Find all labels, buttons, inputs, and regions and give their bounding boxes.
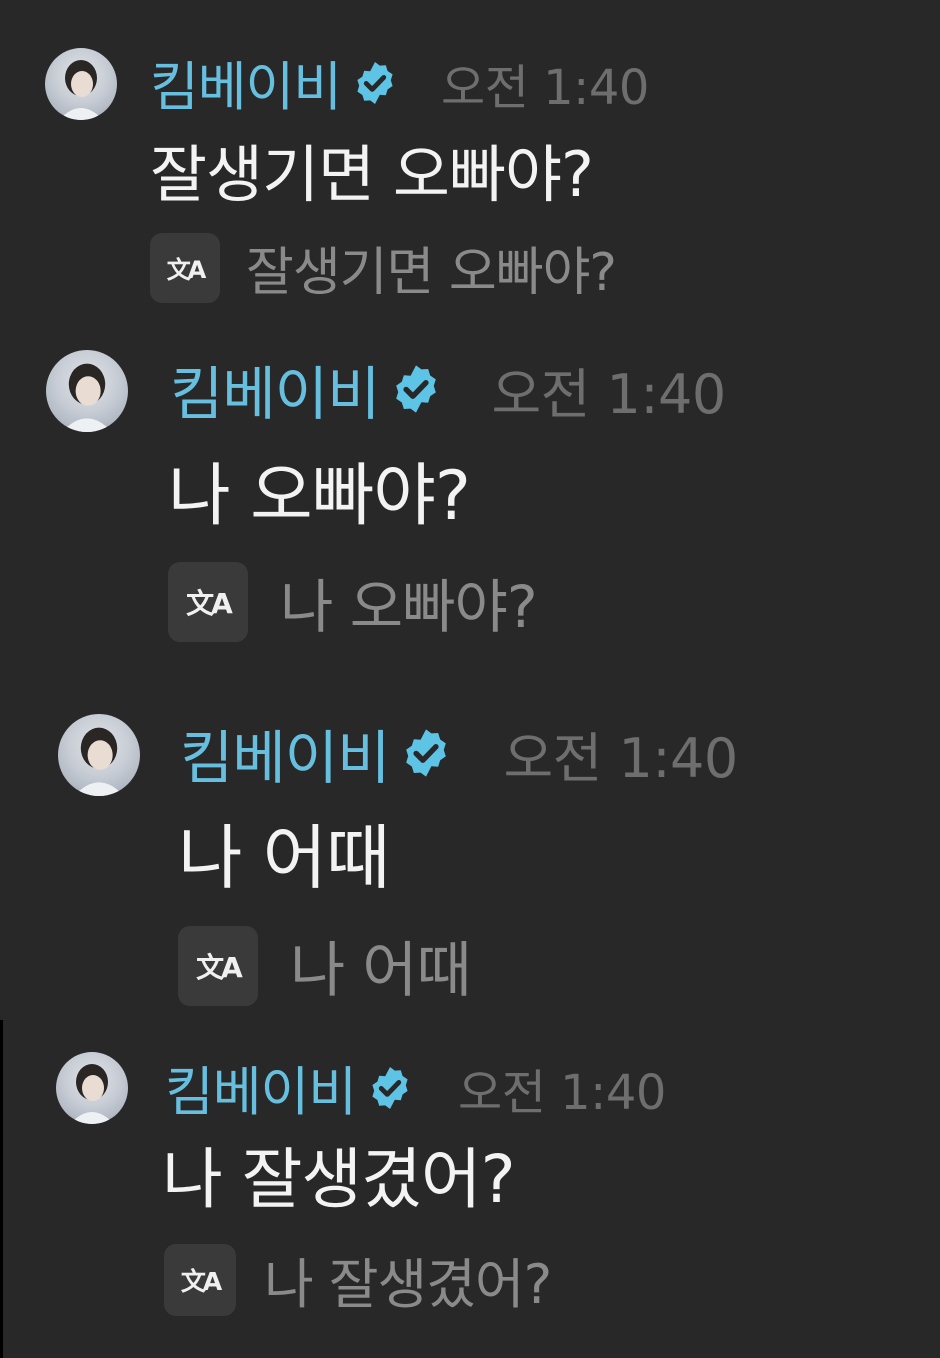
timestamp: 오전 1:40 xyxy=(491,362,726,426)
message-text: 나 어때 xyxy=(178,817,390,899)
avatar-image xyxy=(59,60,103,120)
translate-icon: 文A xyxy=(180,1266,222,1296)
author-name[interactable]: 킴베이비 xyxy=(150,45,342,121)
chat-message: 킴베이비 오전 1:40 나 잘생겼어? 文A 나 잘생겼어? xyxy=(0,1040,880,1358)
translate-button[interactable]: 文A xyxy=(168,562,248,642)
avatar[interactable] xyxy=(56,1052,128,1124)
translate-button[interactable]: 文A xyxy=(164,1243,236,1316)
message-text: 나 오빠야? xyxy=(168,457,471,536)
translated-text: 나 어때 xyxy=(290,936,472,1006)
verified-badge-icon xyxy=(366,1064,414,1112)
translate-icon: 文A xyxy=(186,587,233,620)
translate-button[interactable]: 文A xyxy=(178,925,258,1006)
verified-badge-icon xyxy=(351,59,399,107)
verified-badge-icon xyxy=(389,362,443,416)
translate-icon: 文A xyxy=(166,256,207,284)
message-text: 나 잘생겼어? xyxy=(162,1141,516,1218)
avatar-image xyxy=(73,727,125,796)
timestamp: 오전 1:40 xyxy=(503,726,738,790)
message-text: 잘생기면 오빠야? xyxy=(150,138,594,211)
translated-text: 나 잘생겼어? xyxy=(264,1253,552,1316)
translate-icon: 文A xyxy=(196,950,243,984)
avatar[interactable] xyxy=(58,714,140,796)
translated-text: 잘생기면 오빠야? xyxy=(246,243,617,303)
timestamp: 오전 1:40 xyxy=(441,60,649,116)
translated-text: 나 오빠야? xyxy=(280,573,538,641)
avatar-image xyxy=(61,363,113,432)
avatar[interactable] xyxy=(46,350,128,432)
chat-message: 킴베이비 오전 1:40 잘생기면 오빠야? 文A 잘생기면 오빠야? xyxy=(0,0,880,320)
translate-button[interactable]: 文A xyxy=(150,232,220,303)
author-name[interactable]: 킴베이비 xyxy=(165,1050,357,1126)
avatar-image xyxy=(70,1064,114,1124)
chat-message: 킴베이비 오전 1:40 나 어때 文A 나 어때 xyxy=(0,700,880,1020)
timestamp: 오전 1:40 xyxy=(458,1065,666,1121)
verified-badge-icon xyxy=(399,726,453,780)
avatar[interactable] xyxy=(45,48,117,120)
chat-message: 킴베이비 오전 1:40 나 오빠야? 文A 나 오빠야? xyxy=(0,330,880,660)
author-name[interactable]: 킴베이비 xyxy=(170,347,380,431)
author-name[interactable]: 킴베이비 xyxy=(180,711,390,795)
